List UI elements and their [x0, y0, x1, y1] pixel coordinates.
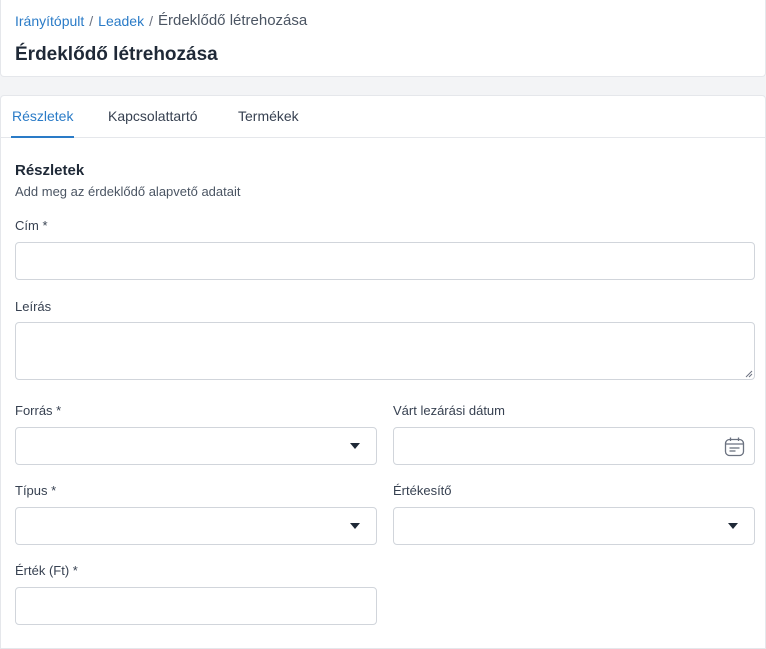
- salesperson-label: Értékesítő: [393, 483, 452, 498]
- tab-products[interactable]: Termékek: [238, 96, 299, 138]
- calendar-icon[interactable]: [724, 436, 745, 457]
- description-textarea[interactable]: [15, 322, 755, 380]
- form-card: Részletek Kapcsolattartó Termékek Részle…: [0, 95, 766, 649]
- value-label: Érték (Ft) *: [15, 563, 78, 578]
- breadcrumb-link-dashboard[interactable]: Irányítópult: [15, 13, 84, 29]
- type-select[interactable]: [15, 507, 377, 545]
- close-date-input[interactable]: [393, 427, 755, 465]
- section-subtitle: Add meg az érdeklődő alapvető adatait: [15, 184, 241, 199]
- chevron-down-icon: [728, 523, 738, 529]
- value-input[interactable]: [15, 587, 377, 625]
- chevron-down-icon: [350, 443, 360, 449]
- title-input[interactable]: [15, 242, 755, 280]
- page-header: Irányítópult / Leadek / Érdeklődő létreh…: [0, 0, 766, 77]
- breadcrumb-current: Érdeklődő létrehozása: [157, 12, 308, 29]
- title-label: Cím *: [15, 218, 48, 233]
- description-label: Leírás: [15, 299, 52, 314]
- chevron-down-icon: [350, 523, 360, 529]
- breadcrumb-link-leads[interactable]: Leadek: [98, 13, 144, 29]
- tab-details[interactable]: Részletek: [11, 96, 75, 138]
- tab-bar: Részletek Kapcsolattartó Termékek: [1, 96, 765, 138]
- source-label: Forrás *: [15, 403, 62, 418]
- salesperson-select[interactable]: [393, 507, 755, 545]
- type-label: Típus *: [15, 483, 57, 498]
- breadcrumb-separator: /: [89, 12, 94, 29]
- source-select[interactable]: [15, 427, 377, 465]
- section-title: Részletek: [15, 162, 85, 179]
- page-title: Érdeklődő létrehozása: [15, 44, 218, 65]
- close-date-label: Várt lezárási dátum: [393, 403, 505, 418]
- tab-contact[interactable]: Kapcsolattartó: [108, 96, 198, 138]
- breadcrumb: Irányítópult / Leadek / Érdeklődő létreh…: [15, 12, 307, 29]
- breadcrumb-separator: /: [149, 12, 153, 29]
- resize-handle-icon[interactable]: [745, 370, 753, 378]
